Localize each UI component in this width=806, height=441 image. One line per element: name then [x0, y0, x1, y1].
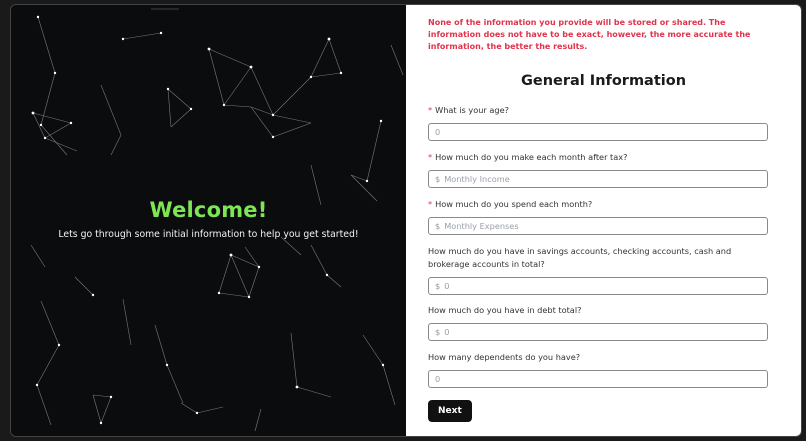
privacy-notice: None of the information you provide will… — [428, 18, 751, 51]
savings-input-box[interactable]: $ — [428, 277, 768, 295]
next-button[interactable]: Next — [428, 400, 472, 422]
debt-field-group: How much do you have in debt total? $ — [428, 304, 768, 341]
app-frame: Welcome! Lets go through some initial in… — [10, 4, 802, 437]
monthly-expenses-input[interactable] — [444, 221, 761, 231]
dependents-field-group: How many dependents do you have? — [428, 351, 768, 388]
dependents-input-box[interactable] — [428, 370, 768, 388]
expenses-input-box[interactable]: $ — [428, 217, 768, 235]
expenses-label: * How much do you spend each month? — [428, 199, 593, 209]
required-asterisk: * — [428, 199, 433, 209]
monthly-income-input[interactable] — [444, 174, 761, 184]
savings-input[interactable] — [444, 281, 761, 291]
debt-label: How much do you have in debt total? — [428, 305, 582, 315]
dollar-prefix: $ — [435, 327, 441, 337]
expenses-field-group: * How much do you spend each month? $ — [428, 198, 768, 235]
age-field-group: * What is your age? — [428, 104, 768, 141]
welcome-subtitle: Lets go through some initial information… — [58, 229, 359, 240]
age-input-box[interactable] — [428, 123, 768, 141]
debt-input-box[interactable]: $ — [428, 323, 768, 341]
income-input-box[interactable]: $ — [428, 170, 768, 188]
savings-field-group: How much do you have in savings accounts… — [428, 245, 768, 295]
income-field-group: * How much do you make each month after t… — [428, 151, 768, 188]
dollar-prefix: $ — [435, 174, 441, 184]
general-information-form: None of the information you provide will… — [406, 5, 801, 436]
required-asterisk: * — [428, 152, 433, 162]
debt-input[interactable] — [444, 327, 761, 337]
form-title: General Information — [520, 73, 687, 89]
income-label: * How much do you make each month after t… — [428, 152, 628, 162]
required-asterisk: * — [428, 105, 433, 115]
welcome-heading: Welcome! — [149, 198, 268, 222]
age-label: * What is your age? — [428, 105, 509, 115]
savings-label: How much do you have in savings accounts… — [428, 246, 732, 269]
dollar-prefix: $ — [435, 221, 441, 231]
dependents-input[interactable] — [435, 374, 761, 384]
dollar-prefix: $ — [435, 281, 441, 291]
dependents-label: How many dependents do you have? — [428, 352, 581, 362]
age-input[interactable] — [435, 127, 761, 137]
welcome-panel: Welcome! Lets go through some initial in… — [11, 5, 406, 436]
